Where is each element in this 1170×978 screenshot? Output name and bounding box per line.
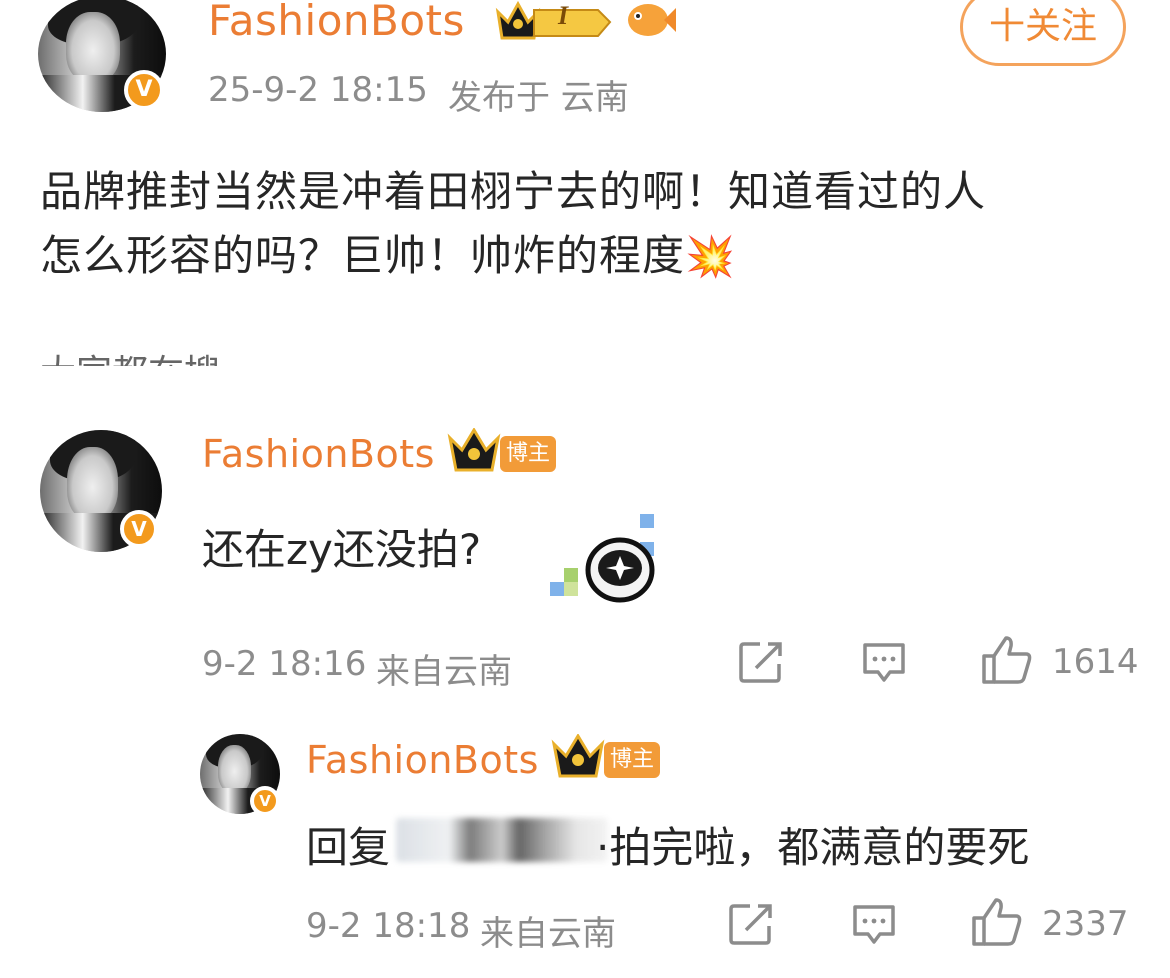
post-text-line2: 怎么形容的吗？巨帅！帅炸的程度💥 <box>40 222 736 283</box>
crown-icon <box>551 734 605 778</box>
post-location: 发布于 云南 <box>448 78 629 118</box>
comment1-timestamp: 9-2 18:16 <box>202 644 367 684</box>
comment-icon[interactable] <box>860 640 908 684</box>
like-icon[interactable] <box>980 634 1034 686</box>
author-tag: 博主 <box>500 436 557 472</box>
comment2-like-count: 2337 <box>1042 904 1129 944</box>
comment-icon[interactable] <box>850 902 898 946</box>
comment2-location: 来自云南 <box>480 914 616 954</box>
astronaut-sticker-icon <box>550 514 655 603</box>
level-badge-text: I <box>558 1 569 30</box>
avatar-face <box>66 12 120 82</box>
collision-emoji: 💥 <box>685 234 736 280</box>
author-tag: 博主 <box>604 742 661 778</box>
comment2-text-suffix: ·拍完啦，都满意的要死 <box>596 823 1030 872</box>
post-username[interactable]: FashionBots <box>208 0 465 45</box>
crown-icon <box>447 428 501 472</box>
blurred-mention[interactable] <box>396 818 608 862</box>
hot-search-text: 大家都在搜 <box>40 344 220 366</box>
post-text-line2-text: 怎么形容的吗？巨帅！帅炸的程度 <box>40 231 686 280</box>
comment2-text-prefix: 回复 <box>306 823 391 872</box>
share-icon[interactable] <box>728 902 776 946</box>
avatar-face <box>217 745 252 794</box>
share-icon[interactable] <box>738 640 786 684</box>
comment1-like-count: 1614 <box>1052 642 1139 682</box>
follow-button[interactable]: 十关注 <box>960 0 1126 66</box>
v-verified-icon: V <box>250 786 280 816</box>
comment2-username[interactable]: FashionBots <box>306 738 539 782</box>
avatar-face <box>66 447 119 521</box>
post-timestamp: 25-9-2 18:15 <box>208 70 428 110</box>
comment1-location: 来自云南 <box>376 652 512 692</box>
fish-icon <box>628 4 676 36</box>
comment2-timestamp: 9-2 18:18 <box>306 906 471 946</box>
v-verified-icon: V <box>124 70 164 110</box>
crown-level-icon <box>495 0 612 40</box>
hot-search-label[interactable]: 大家都在搜 <box>40 340 300 366</box>
comment1-username[interactable]: FashionBots <box>202 432 435 476</box>
comment1-text: 还在zy还没拍? <box>202 525 482 574</box>
v-verified-icon: V <box>120 510 158 548</box>
like-icon[interactable] <box>970 896 1024 948</box>
post-text-line1: 品牌推封当然是冲着田栩宁去的啊！知道看过的人 <box>40 167 987 216</box>
